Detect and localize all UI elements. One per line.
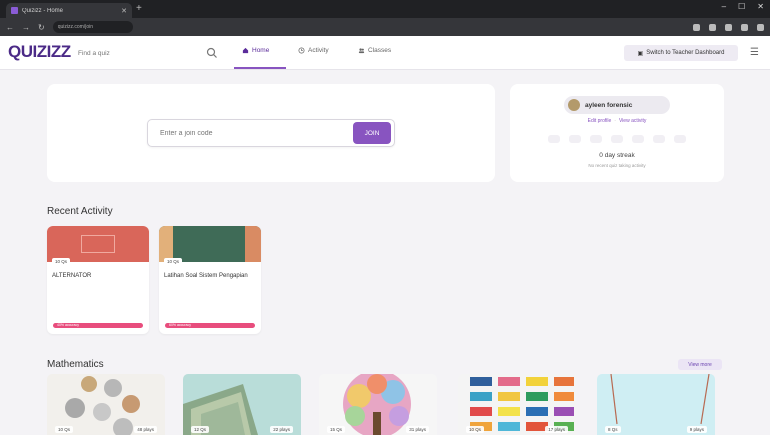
quiz-thumbnail: 10 Qs — [159, 226, 261, 265]
home-icon — [242, 47, 249, 54]
question-count: 10 Qs — [466, 426, 485, 433]
recent-activity-card[interactable]: 10 Qs Latihan Soal Sistem Pengapian 60% … — [159, 226, 261, 334]
menu-icon[interactable]: ☰ — [750, 47, 759, 58]
dashboard-icon: ▣ — [637, 50, 644, 57]
streak-day — [674, 135, 686, 143]
extension-icon[interactable] — [693, 23, 700, 31]
search-icon[interactable] — [205, 46, 219, 60]
play-count: 48 plays — [134, 426, 157, 433]
maximize-icon[interactable]: ☐ — [738, 2, 745, 11]
avatar — [568, 99, 580, 111]
streak-count: 0 day streak — [599, 152, 635, 159]
streak-day — [590, 135, 602, 143]
link-separator: · — [614, 118, 616, 124]
back-icon[interactable]: ← — [6, 23, 14, 32]
streak-subtext: No recent quiz taking activity — [588, 163, 646, 168]
extensions-area — [693, 23, 764, 31]
accuracy-bar: 40% accuracy — [53, 323, 143, 328]
question-count: 12 Qs — [191, 426, 210, 433]
browser-tab[interactable]: Quizizz - Home ✕ — [6, 3, 132, 18]
extension-icon[interactable] — [725, 23, 732, 31]
accuracy-label: 60% accuracy — [169, 323, 191, 327]
streak-day — [653, 135, 665, 143]
streak-day — [569, 135, 581, 143]
math-quiz-card[interactable]: 12 Qs 22 plays — [183, 374, 301, 435]
nav-tab-activity[interactable]: Activity — [298, 47, 329, 54]
clock-icon — [298, 47, 305, 54]
join-button[interactable]: JOIN — [353, 122, 391, 144]
question-count: 10 Qs — [52, 258, 71, 265]
favicon-icon — [11, 7, 18, 14]
thumbnail-graphic — [245, 226, 261, 262]
new-tab-icon[interactable]: + — [136, 3, 142, 15]
browser-toolbar: ← → ↻ quizizz.com/join — [0, 18, 770, 36]
profile-icon[interactable] — [741, 23, 748, 31]
play-count: 22 plays — [270, 426, 293, 433]
edit-profile-link[interactable]: Edit profile — [588, 118, 612, 124]
address-bar[interactable]: quizizz.com/join — [52, 21, 133, 33]
close-window-icon[interactable]: ✕ — [757, 2, 764, 11]
play-count: 9 plays — [686, 426, 707, 433]
question-count: 15 Qs — [327, 426, 346, 433]
quiz-thumbnail: 10 Qs — [47, 226, 149, 265]
profile-links: Edit profile · View activity — [510, 118, 724, 124]
reload-icon[interactable]: ↻ — [38, 23, 45, 32]
profile-pill[interactable]: ayleen forensic — [564, 96, 670, 114]
math-quiz-card[interactable]: 15 Qs 31 plays — [319, 374, 437, 435]
math-quiz-card[interactable]: 10 Qs 17 plays — [458, 374, 576, 435]
minimize-icon[interactable]: – — [722, 2, 726, 11]
thumbnail-graphic — [81, 235, 115, 253]
view-more-button[interactable]: View more — [678, 359, 722, 370]
extension-icon[interactable] — [709, 23, 716, 31]
join-card: JOIN — [47, 84, 495, 182]
nav-tab-label: Classes — [368, 47, 392, 54]
nav-tab-label: Activity — [308, 47, 329, 54]
teacher-dashboard-button[interactable]: ▣ Switch to Teacher Dashboard — [624, 45, 738, 61]
mathematics-title: Mathematics — [47, 359, 104, 370]
math-quiz-card[interactable]: 8 Qs 9 plays — [597, 374, 715, 435]
math-quiz-card[interactable]: 10 Qs 48 plays — [47, 374, 165, 435]
play-count: 17 plays — [545, 426, 568, 433]
question-count: 8 Qs — [605, 426, 621, 433]
profile-card: ayleen forensic Edit profile · View activi… — [510, 84, 724, 182]
streak-day — [611, 135, 623, 143]
view-activity-link[interactable]: View activity — [619, 118, 646, 124]
teacher-dashboard-label: Switch to Teacher Dashboard — [646, 50, 725, 56]
window-controls: – ☐ ✕ — [722, 2, 764, 11]
recent-activity-title: Recent Activity — [47, 206, 113, 217]
active-tab-indicator — [234, 67, 286, 69]
accuracy-bar: 60% accuracy — [165, 323, 255, 328]
app-header: QUIZIZZ Home Activity Classes ▣ Switch t… — [0, 36, 770, 70]
streak-day — [632, 135, 644, 143]
close-tab-icon[interactable]: ✕ — [121, 7, 127, 15]
recent-activity-card[interactable]: 10 Qs ALTERNATOR 40% accuracy — [47, 226, 149, 334]
streak-days — [548, 135, 686, 143]
question-count: 10 Qs — [55, 426, 74, 433]
accuracy-label: 40% accuracy — [57, 323, 79, 327]
quizizz-logo[interactable]: QUIZIZZ — [8, 42, 71, 62]
nav-tab-label: Home — [252, 47, 270, 54]
browser-tab-title: Quizizz - Home — [22, 7, 64, 14]
question-count: 10 Qs — [164, 258, 183, 265]
join-code-box: JOIN — [147, 119, 395, 147]
profile-name: ayleen forensic — [585, 101, 633, 109]
forward-icon[interactable]: → — [22, 23, 30, 32]
join-code-input[interactable] — [160, 129, 353, 137]
nav-tab-home[interactable]: Home — [242, 47, 269, 54]
play-count: 31 plays — [406, 426, 429, 433]
streak-day — [548, 135, 560, 143]
people-icon — [358, 48, 365, 54]
find-quiz-input[interactable] — [78, 46, 188, 60]
thumbnail-graphic — [159, 226, 173, 262]
browser-tab-strip: Quizizz - Home ✕ + – ☐ ✕ — [0, 0, 770, 18]
browser-menu-icon[interactable] — [757, 23, 764, 31]
nav-tab-classes[interactable]: Classes — [358, 47, 391, 54]
